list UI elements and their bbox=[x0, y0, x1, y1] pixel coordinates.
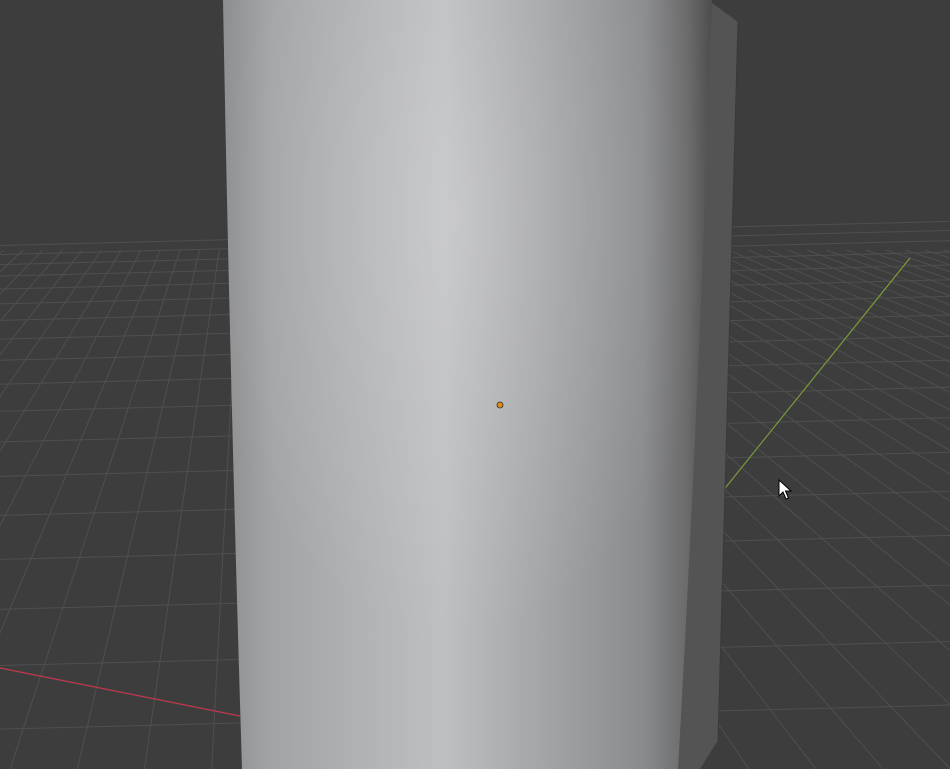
cylinder-object[interactable] bbox=[223, 0, 739, 769]
3d-viewport[interactable] bbox=[0, 0, 950, 769]
object-origin-dot[interactable] bbox=[496, 401, 504, 409]
viewport-canvas[interactable] bbox=[0, 0, 950, 769]
cylinder-highlight bbox=[223, 0, 712, 769]
